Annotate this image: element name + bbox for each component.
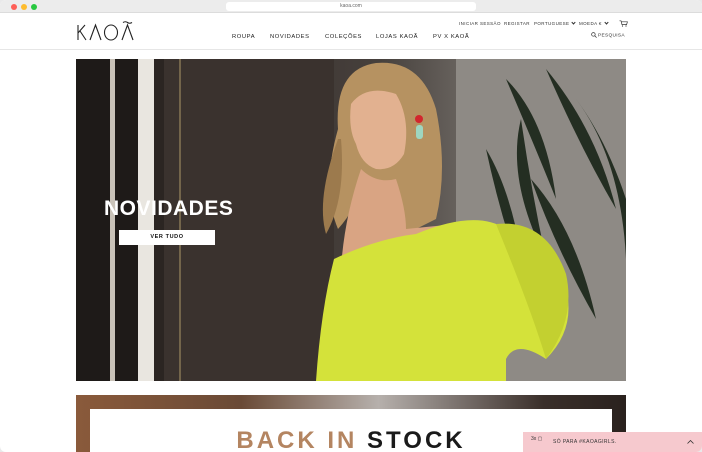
- register-link[interactable]: REGISTAR: [504, 21, 530, 26]
- browser-window: kaoa.com INICIAR SESSÃO REGISTAR PORTUGU…: [0, 0, 702, 452]
- view-all-button[interactable]: VER TUDO: [119, 230, 215, 245]
- login-link[interactable]: INICIAR SESSÃO: [459, 21, 501, 26]
- promo-badge: 3x: [531, 436, 537, 442]
- banner-title-part1: BACK IN: [236, 427, 368, 452]
- promo-text: SÓ PARA #KAOAGIRLS.: [553, 439, 617, 445]
- nav-item-lojas-kaoa[interactable]: LOJAS KAOÃ: [376, 34, 418, 40]
- search-label: PESQUISA: [598, 33, 625, 39]
- banner-title-part2: STOCK: [367, 427, 466, 452]
- kaoa-logo[interactable]: [76, 21, 140, 43]
- maximize-window-button[interactable]: [31, 4, 37, 10]
- nav-item-roupa[interactable]: ROUPA: [232, 34, 255, 40]
- minimize-window-button[interactable]: [21, 4, 27, 10]
- search-icon: [591, 32, 597, 38]
- cart-icon[interactable]: [619, 20, 628, 27]
- currency-label: MOEDA €: [579, 21, 602, 26]
- chevron-down-icon: [604, 20, 609, 25]
- language-selector[interactable]: PORTUGUESE: [534, 20, 577, 26]
- promo-bar[interactable]: 3x ▢ SÓ PARA #KAOAGIRLS.: [523, 432, 702, 452]
- site-header: INICIAR SESSÃO REGISTAR PORTUGUESE MOEDA…: [0, 13, 702, 50]
- hero-title: NOVIDADES: [104, 197, 234, 220]
- language-label: PORTUGUESE: [534, 21, 570, 26]
- currency-selector[interactable]: MOEDA €: [579, 20, 609, 26]
- address-bar[interactable]: kaoa.com: [226, 2, 476, 11]
- gift-icon: 3x ▢: [531, 436, 543, 442]
- nav-item-colecoes[interactable]: COLEÇÕES: [325, 34, 362, 40]
- chevron-up-icon[interactable]: [687, 440, 694, 444]
- close-window-button[interactable]: [11, 4, 17, 10]
- nav-item-pv-x-kaoa[interactable]: PV X KAOÃ: [433, 34, 469, 40]
- browser-toolbar: kaoa.com: [0, 0, 702, 13]
- chevron-down-icon: [571, 20, 577, 25]
- search-button[interactable]: PESQUISA: [591, 32, 625, 38]
- hero-banner[interactable]: NOVIDADES VER TUDO: [76, 59, 626, 381]
- nav-item-novidades[interactable]: NOVIDADES: [270, 34, 310, 40]
